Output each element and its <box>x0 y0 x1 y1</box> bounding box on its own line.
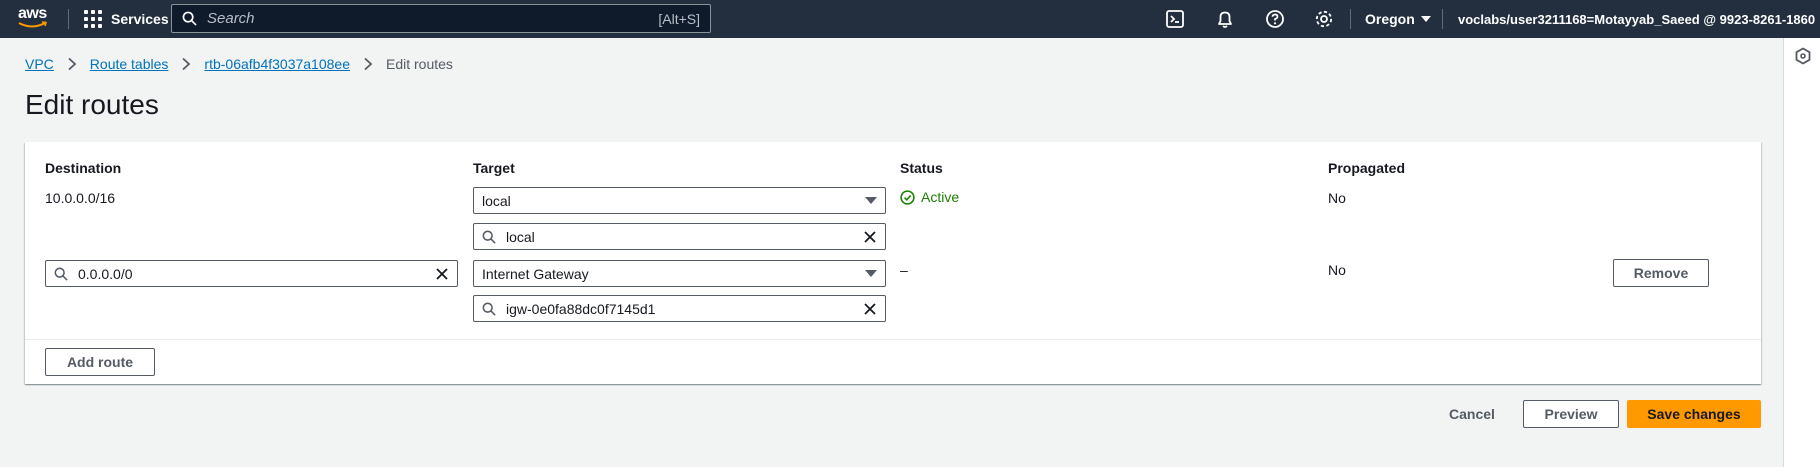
target-filter[interactable] <box>473 295 886 322</box>
search-icon <box>182 11 197 26</box>
destination-input[interactable] <box>78 265 435 282</box>
route-propagated: No <box>1328 262 1346 278</box>
status-badge: Active <box>900 189 959 205</box>
breadcrumb-route-table-id[interactable]: rtb-06afb4f3037a108ee <box>204 56 350 72</box>
services-label: Services <box>111 11 169 27</box>
chevron-right-icon <box>182 57 191 71</box>
page-title: Edit routes <box>25 89 159 120</box>
target-filter[interactable] <box>473 223 886 250</box>
target-type-value: local <box>482 192 511 209</box>
destination-filter[interactable] <box>45 260 458 287</box>
add-route-button[interactable]: Add route <box>45 348 155 376</box>
caret-down-icon <box>865 197 877 204</box>
nav-divider <box>1442 9 1443 29</box>
search-input[interactable] <box>207 10 659 27</box>
aws-smile-icon <box>18 21 48 28</box>
search-icon <box>54 267 68 281</box>
preview-button[interactable]: Preview <box>1523 400 1619 428</box>
caret-down-icon <box>865 270 877 277</box>
chevron-right-icon <box>364 57 373 71</box>
target-type-value: Internet Gateway <box>482 265 589 282</box>
breadcrumb-current: Edit routes <box>385 56 453 72</box>
nav-divider <box>1350 9 1351 29</box>
clear-icon[interactable] <box>863 302 877 316</box>
target-filter-input[interactable] <box>506 228 863 245</box>
cancel-button[interactable]: Cancel <box>1436 400 1508 428</box>
breadcrumb: VPC Route tables rtb-06afb4f3037a108ee E… <box>25 56 453 72</box>
clear-icon[interactable] <box>863 230 877 244</box>
caret-down-icon <box>1420 16 1431 22</box>
region-label: Oregon <box>1365 11 1415 27</box>
breadcrumb-route-tables[interactable]: Route tables <box>90 56 169 72</box>
bell-icon[interactable] <box>1215 9 1235 29</box>
region-selector[interactable]: Oregon <box>1365 0 1431 38</box>
aws-logo-text: aws <box>18 5 47 22</box>
right-rail <box>1783 38 1820 467</box>
remove-route-button[interactable]: Remove <box>1613 259 1709 287</box>
status-label: Active <box>921 189 960 205</box>
check-circle-icon <box>900 189 915 205</box>
target-filter-input[interactable] <box>506 300 863 317</box>
route-destination: 10.0.0.0/16 <box>45 190 116 206</box>
account-label: voclabs/user3211168=Motayyab_Saeed @ 992… <box>1458 11 1816 27</box>
chevron-right-icon <box>68 57 77 71</box>
account-menu[interactable]: voclabs/user3211168=Motayyab_Saeed @ 992… <box>1458 0 1820 38</box>
aws-logo[interactable]: aws <box>18 6 52 32</box>
search-bar[interactable]: [Alt+S] <box>171 4 711 33</box>
grid-icon <box>84 10 102 28</box>
search-icon <box>482 230 496 244</box>
hexagon-info-icon[interactable] <box>1794 47 1812 65</box>
route-status: – <box>900 262 908 278</box>
top-navigation: aws Services [Alt+S] <box>0 0 1820 38</box>
search-shortcut: [Alt+S] <box>658 10 700 27</box>
save-changes-button[interactable]: Save changes <box>1627 400 1761 428</box>
panel-divider <box>25 339 1761 340</box>
target-type-select[interactable]: Internet Gateway <box>473 260 886 287</box>
settings-icon[interactable] <box>1314 9 1334 29</box>
services-menu[interactable]: Services <box>84 0 169 38</box>
cloudshell-icon[interactable] <box>1165 9 1185 29</box>
column-header-destination: Destination <box>45 160 122 176</box>
breadcrumb-vpc[interactable]: VPC <box>25 56 54 72</box>
search-icon <box>482 302 496 316</box>
help-icon[interactable] <box>1265 9 1285 29</box>
column-header-propagated: Propagated <box>1328 160 1406 176</box>
target-type-select[interactable]: local <box>473 187 886 214</box>
nav-divider <box>68 9 69 29</box>
clear-icon[interactable] <box>435 267 449 281</box>
column-header-status: Status <box>900 160 943 176</box>
column-header-target: Target <box>473 160 515 176</box>
route-propagated: No <box>1328 190 1346 206</box>
